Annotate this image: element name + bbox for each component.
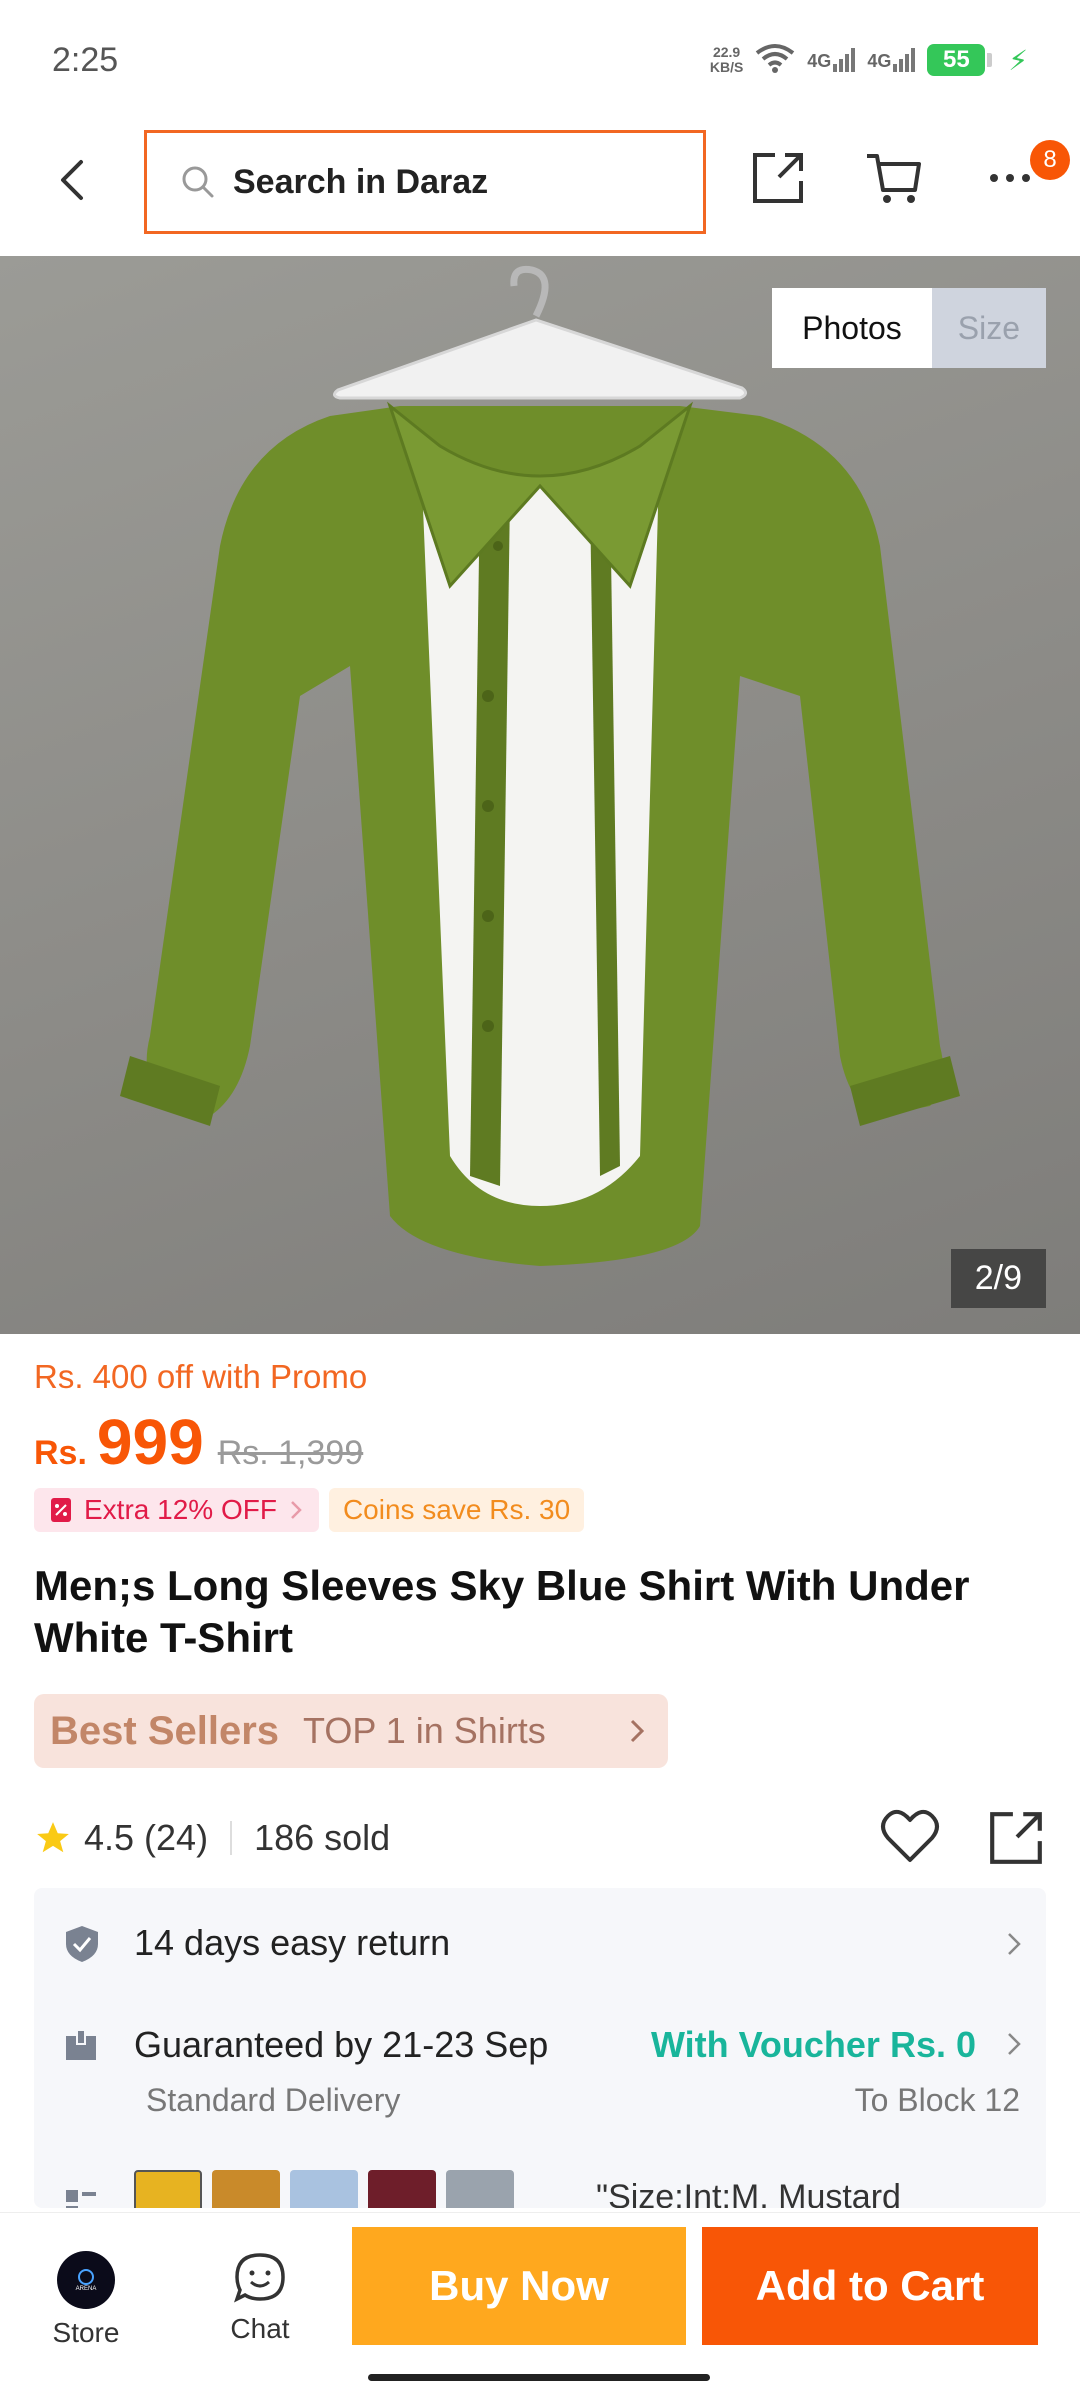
rating-value[interactable]: 4.5 (24) bbox=[84, 1817, 208, 1859]
share-icon[interactable] bbox=[986, 1808, 1046, 1868]
delivery-voucher: With Voucher Rs. 0 bbox=[650, 2024, 976, 2065]
services-panel: 14 days easy return Guaranteed by 21-23 … bbox=[34, 1888, 1046, 2208]
variant-thumb-maroon[interactable] bbox=[368, 2170, 436, 2208]
offer-chips: Extra 12% OFF Coins save Rs. 30 bbox=[34, 1488, 585, 1532]
share-button[interactable] bbox=[746, 146, 810, 210]
charging-icon: ⚡ bbox=[1008, 44, 1028, 76]
best-sellers-rank: TOP 1 in Shirts bbox=[303, 1710, 546, 1751]
home-indicator[interactable] bbox=[368, 2374, 710, 2381]
variant-thumb-grey[interactable] bbox=[446, 2170, 514, 2208]
search-placeholder: Search in Daraz bbox=[233, 162, 489, 201]
best-sellers-logo: Best Sellers bbox=[50, 1708, 280, 1753]
store-logo: ARENA bbox=[57, 2251, 115, 2309]
cart-icon bbox=[867, 154, 921, 203]
wifi-icon bbox=[755, 43, 795, 78]
tab-photos[interactable]: Photos bbox=[772, 288, 932, 368]
network-type-label: 4G bbox=[807, 51, 832, 71]
battery-level: 55 bbox=[927, 44, 986, 76]
status-time: 2:25 bbox=[52, 40, 119, 79]
delivery-row[interactable]: Guaranteed by 21-23 Sep With Voucher Rs.… bbox=[34, 1998, 1046, 2158]
store-label: Store bbox=[52, 2317, 120, 2348]
store-logo-icon bbox=[78, 2269, 94, 2285]
status-bar: 2:25 22.9 KB/S 4G 4G 55 ⚡ bbox=[0, 0, 1080, 120]
extra-off-chip[interactable]: Extra 12% OFF bbox=[34, 1488, 319, 1532]
chevron-right-icon bbox=[1008, 1933, 1021, 1955]
network-speed-value: 22.9 bbox=[712, 44, 741, 60]
delivery-box-icon bbox=[66, 2029, 96, 2060]
product-image-gallery[interactable]: Photos Size 2/9 bbox=[0, 256, 1080, 1334]
buy-now-button[interactable]: Buy Now bbox=[352, 2227, 686, 2345]
selected-variant[interactable]: "Size:Int:M, Mustard bbox=[596, 2178, 901, 2208]
battery-icon: 55 bbox=[927, 44, 993, 76]
delivery-location: To Block 12 bbox=[854, 2082, 1020, 2118]
return-policy-label: 14 days easy return bbox=[134, 1922, 451, 1963]
notification-badge: 8 bbox=[1030, 140, 1070, 180]
network-speed: 22.9 KB/S bbox=[710, 45, 743, 75]
current-price: 999 bbox=[96, 1406, 204, 1478]
network-speed-unit: KB/S bbox=[709, 59, 744, 75]
tab-size[interactable]: Size bbox=[931, 288, 1046, 368]
variant-thumb-mustard[interactable] bbox=[134, 2170, 202, 2208]
product-image bbox=[120, 265, 960, 1266]
best-sellers-banner[interactable]: Best Sellers TOP 1 in Shirts bbox=[34, 1694, 668, 1768]
delivery-guarantee-label: Guaranteed by 21-23 Sep bbox=[134, 2024, 549, 2065]
chevron-right-icon bbox=[630, 1719, 645, 1743]
variants-icon bbox=[66, 2190, 96, 2208]
back-arrow-icon bbox=[61, 160, 83, 200]
product-title: Men;s Long Sleeves Sky Blue Shirt With U… bbox=[34, 1562, 970, 1661]
cell-signal-icon: 4G bbox=[807, 48, 856, 72]
variant-thumbnails[interactable] bbox=[134, 2170, 514, 2208]
back-button[interactable] bbox=[44, 152, 100, 208]
media-tabs: Photos Size bbox=[772, 288, 1046, 368]
product-actions bbox=[880, 1808, 1046, 1868]
variant-thumb-brown[interactable] bbox=[212, 2170, 280, 2208]
price-row: Rs. 999 Rs. 1,399 bbox=[34, 1405, 363, 1479]
sold-count: 186 sold bbox=[254, 1817, 391, 1858]
wishlist-heart-icon[interactable] bbox=[880, 1808, 940, 1864]
variant-thumb-blue[interactable] bbox=[290, 2170, 358, 2208]
rating-row: 4.5 (24) 186 sold bbox=[34, 1808, 1046, 1868]
chevron-right-icon bbox=[291, 1501, 302, 1519]
search-icon bbox=[182, 166, 214, 198]
chat-button[interactable]: Chat bbox=[200, 2251, 320, 2345]
search-input[interactable]: Search in Daraz bbox=[144, 130, 706, 234]
more-icon bbox=[990, 174, 1030, 182]
add-to-cart-button[interactable]: Add to Cart bbox=[702, 2227, 1038, 2345]
voucher-icon bbox=[51, 1498, 71, 1522]
currency-label: Rs. bbox=[34, 1434, 87, 1472]
shield-check-icon bbox=[66, 1926, 98, 1962]
chat-icon bbox=[234, 2253, 285, 2303]
coins-save-chip[interactable]: Coins save Rs. 30 bbox=[328, 1488, 585, 1532]
star-icon bbox=[37, 1822, 69, 1853]
store-logo-text: ARENA bbox=[75, 2286, 97, 2292]
chevron-right-icon bbox=[1008, 2033, 1021, 2055]
return-policy-row[interactable]: 14 days easy return bbox=[34, 1888, 1046, 1998]
status-icons: 22.9 KB/S 4G 4G 55 ⚡ bbox=[710, 43, 1028, 78]
cart-button[interactable] bbox=[862, 146, 926, 210]
store-button[interactable]: ARENA Store bbox=[26, 2251, 146, 2349]
chat-label: Chat bbox=[230, 2313, 290, 2344]
original-price: Rs. 1,399 bbox=[217, 1434, 364, 1472]
promo-text[interactable]: Rs. 400 off with Promo bbox=[34, 1358, 367, 1396]
delivery-type: Standard Delivery bbox=[146, 2082, 401, 2118]
image-counter: 2/9 bbox=[950, 1249, 1046, 1308]
network-type-label: 4G bbox=[867, 51, 892, 71]
top-nav: Search in Daraz bbox=[0, 120, 1080, 255]
extra-off-label: Extra 12% OFF bbox=[84, 1494, 277, 1525]
cell-signal-icon: 4G bbox=[867, 48, 916, 72]
bottom-action-bar: ARENA Store Chat Buy Now Add to Cart bbox=[0, 2212, 1080, 2400]
share-icon bbox=[753, 153, 803, 203]
